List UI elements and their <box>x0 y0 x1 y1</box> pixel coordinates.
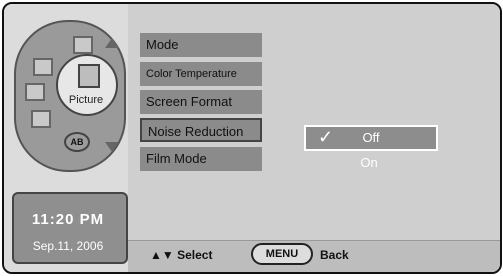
picture-adjust-icon[interactable] <box>31 110 51 128</box>
option-label: Off <box>362 130 380 145</box>
menu-item-label: Noise Reduction <box>148 124 244 139</box>
main-panel: Mode Color Temperature Screen Format Noi… <box>128 4 500 272</box>
ab-button[interactable]: AB <box>64 132 90 152</box>
menu-item-label: Screen Format <box>146 94 232 109</box>
checkmark-icon: ✓ <box>318 127 334 147</box>
clock-date: Sep.11, 2006 <box>32 239 104 253</box>
option-off[interactable]: ✓ Off <box>304 125 438 151</box>
menu-button[interactable]: MENU <box>251 243 313 265</box>
clock-panel <box>12 192 128 264</box>
arrow-down-icon[interactable] <box>105 142 119 152</box>
tv-menu-screen: Picture AB 11:20 PM Sep.11, 2006 Mode Co… <box>0 0 503 276</box>
option-on[interactable]: On <box>304 152 434 174</box>
left-panel: Picture AB 11:20 PM Sep.11, 2006 <box>4 4 128 272</box>
channel-icon[interactable] <box>25 83 45 101</box>
menu-item-label: Color Temperature <box>146 68 237 80</box>
back-label: Back <box>320 248 349 262</box>
picture-label: Picture <box>68 94 104 106</box>
menu-item-film-mode[interactable]: Film Mode <box>140 147 262 171</box>
clock-time: 11:20 PM <box>31 211 105 228</box>
menu-item-mode[interactable]: Mode <box>140 33 262 57</box>
speaker-icon[interactable] <box>33 58 53 76</box>
picture-icon <box>78 64 100 88</box>
menu-item-noise-reduction[interactable]: Noise Reduction <box>140 118 262 142</box>
select-hint: ▲▼ Select <box>150 248 213 262</box>
menu-frame: Picture AB 11:20 PM Sep.11, 2006 Mode Co… <box>2 2 502 274</box>
option-label: On <box>360 155 378 170</box>
menu-item-color-temperature[interactable]: Color Temperature <box>140 62 262 86</box>
input-icon[interactable] <box>73 36 93 54</box>
menu-item-label: Film Mode <box>146 151 207 166</box>
menu-item-label: Mode <box>146 37 179 52</box>
menu-item-screen-format[interactable]: Screen Format <box>140 90 262 114</box>
arrow-up-icon[interactable] <box>105 38 119 48</box>
